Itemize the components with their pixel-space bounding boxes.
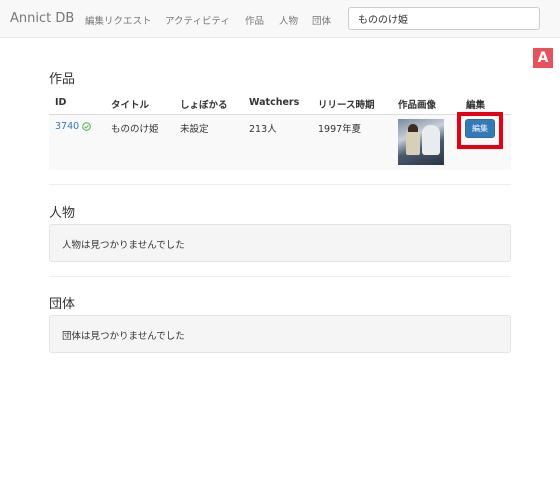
header-watchers: Watchers bbox=[249, 97, 300, 108]
work-syobocal: 未設定 bbox=[180, 124, 209, 135]
nav-link-edit-requests[interactable]: 編集リクエスト bbox=[85, 13, 152, 27]
check-circle-icon bbox=[82, 122, 91, 131]
header-release: リリース時期 bbox=[318, 100, 375, 111]
navbar: Annict DB 編集リクエスト アクティビティ 作品 人物 団体 bbox=[0, 0, 560, 38]
header-title: タイトル bbox=[111, 100, 150, 111]
nav-link-works[interactable]: 作品 bbox=[245, 13, 264, 27]
organizations-empty-message: 団体は見つかりませんでした bbox=[62, 331, 185, 342]
divider bbox=[49, 276, 511, 277]
header-edit: 編集 bbox=[466, 100, 486, 111]
brand-link[interactable]: Annict DB bbox=[10, 11, 74, 26]
header-image: 作品画像 bbox=[398, 100, 437, 111]
edit-button[interactable]: 編集 bbox=[465, 119, 495, 138]
work-title: もののけ姫 bbox=[111, 124, 159, 135]
people-empty-box: 人物は見つかりませんでした bbox=[49, 224, 511, 262]
nav-link-activity[interactable]: アクティビティ bbox=[165, 13, 230, 27]
search-input[interactable] bbox=[348, 7, 540, 30]
header-syobocal: しょぼかる bbox=[180, 100, 228, 111]
people-section-title: 人物 bbox=[49, 206, 76, 221]
works-section-title: 作品 bbox=[49, 72, 76, 87]
work-watchers: 213人 bbox=[249, 124, 277, 135]
divider bbox=[49, 184, 511, 185]
nav-link-people[interactable]: 人物 bbox=[279, 13, 298, 27]
header-id: ID bbox=[55, 97, 67, 108]
organizations-empty-box: 団体は見つかりませんでした bbox=[49, 315, 511, 353]
work-release: 1997年夏 bbox=[318, 124, 362, 135]
people-empty-message: 人物は見つかりませんでした bbox=[62, 240, 185, 251]
annict-logo-icon: A bbox=[533, 48, 553, 68]
work-thumbnail bbox=[398, 119, 444, 165]
organizations-section-title: 団体 bbox=[49, 297, 76, 312]
nav-link-organizations[interactable]: 団体 bbox=[312, 13, 331, 27]
work-id-link[interactable]: 3740 bbox=[55, 121, 79, 132]
